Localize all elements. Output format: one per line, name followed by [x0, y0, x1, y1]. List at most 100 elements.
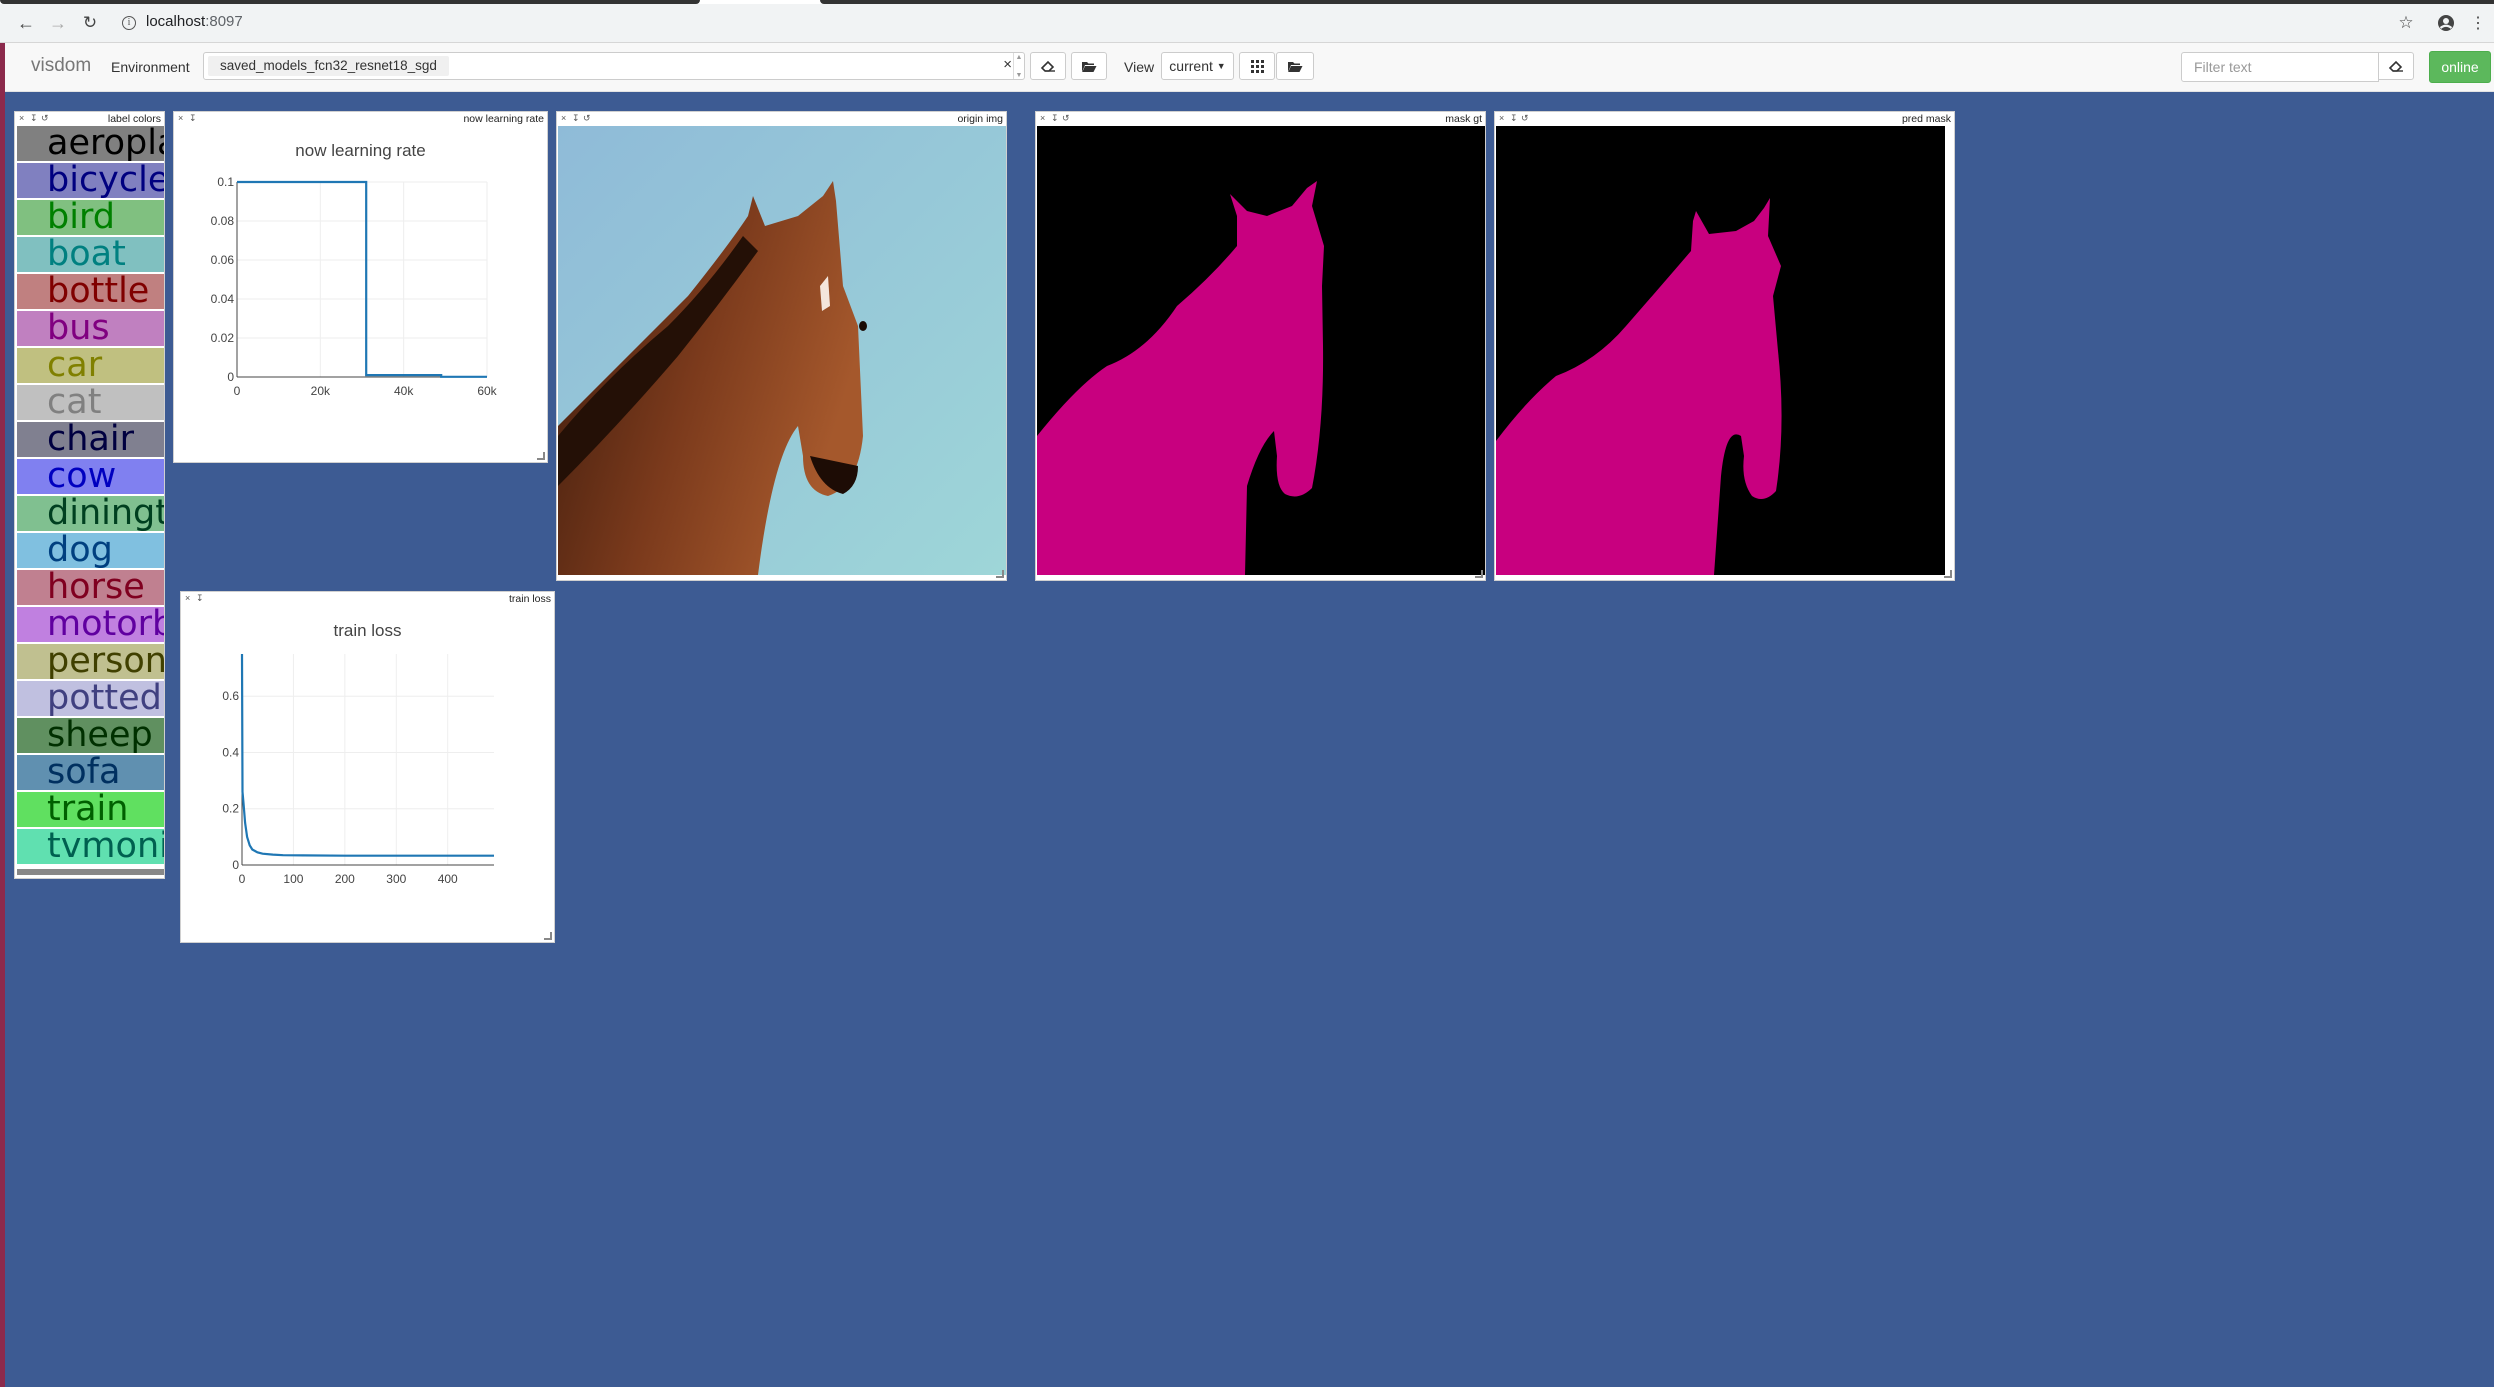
resize-handle[interactable] — [996, 570, 1004, 578]
train-loss-pane[interactable]: × ↧ train loss train loss 0 100 200 300 400 0… — [180, 591, 555, 943]
resize-handle[interactable] — [544, 932, 552, 940]
label-color-item: motorbike — [17, 607, 164, 642]
brand[interactable]: visdom — [31, 55, 91, 77]
caret-down-icon: ▼ — [1216, 61, 1226, 71]
resize-handle[interactable] — [537, 452, 545, 460]
close-icon[interactable]: × — [561, 113, 566, 123]
label-color-item: boat — [17, 237, 164, 272]
save-icon[interactable]: ↧ — [1510, 113, 1518, 124]
label-color-item: tvmonitor — [17, 829, 164, 864]
x-tick-label: 20k — [311, 384, 331, 398]
star-icon[interactable]: ☆ — [2394, 11, 2418, 35]
pane-title: origin img — [957, 113, 1003, 125]
learning-rate-pane[interactable]: × ↧ now learning rate now learning rate … — [173, 111, 548, 463]
pane-title: train loss — [508, 593, 551, 605]
menu-icon[interactable]: ⋮ — [2466, 11, 2490, 35]
pane-title: pred mask — [1901, 113, 1951, 125]
window-edge — [0, 0, 5, 1387]
label-color-item: bus — [17, 311, 164, 346]
save-icon[interactable]: ↧ — [30, 113, 38, 124]
pane-titlebar[interactable]: × ↧ ↺ origin img — [557, 112, 1006, 126]
select-arrows-icon[interactable]: ▲ ▼ — [1013, 53, 1024, 79]
reset-icon[interactable]: ↺ — [583, 113, 591, 124]
info-icon[interactable]: i — [122, 16, 136, 30]
x-tick-label: 60k — [477, 384, 497, 398]
folder-open-icon — [1288, 61, 1303, 72]
label-color-item: bird — [17, 200, 164, 235]
x-tick-label: 40k — [394, 384, 414, 398]
y-tick-label: 0 — [232, 858, 239, 872]
y-tick-label: 0.04 — [211, 292, 235, 306]
label-color-item: sheep — [17, 718, 164, 753]
label-color-item: bottle — [17, 274, 164, 309]
learning-rate-chart[interactable]: 0 20k 40k 60k 0 0.02 0.04 0.06 0.08 0.1 — [174, 126, 548, 456]
pane-titlebar[interactable]: × ↧ train loss — [181, 592, 554, 606]
repack-button[interactable] — [1239, 52, 1275, 80]
environment-select[interactable]: saved_models_fcn32_resnet18_sgd × ▲ ▼ — [203, 52, 1025, 80]
environment-label: Environment — [111, 59, 190, 75]
close-icon[interactable]: × — [1040, 113, 1045, 123]
resize-handle[interactable] — [1475, 570, 1483, 578]
origin-img-pane[interactable]: × ↧ ↺ origin img — [556, 111, 1007, 581]
manage-env-button[interactable] — [1071, 52, 1107, 80]
label-color-item: cow — [17, 459, 164, 494]
url-host: localhost — [146, 13, 206, 30]
pane-titlebar[interactable]: × ↧ ↺ mask gt — [1036, 112, 1485, 126]
horse-photo — [558, 126, 1006, 575]
clear-icon[interactable]: × — [1003, 56, 1012, 73]
label-color-item: dog — [17, 533, 164, 568]
pane-titlebar[interactable]: × ↧ ↺ label colors — [15, 112, 164, 126]
close-icon[interactable]: × — [178, 113, 183, 123]
forward-icon[interactable]: → — [46, 11, 70, 35]
label-color-item: cat — [17, 385, 164, 420]
visdom-navbar: visdom Environment saved_models_fcn32_re… — [5, 43, 2494, 92]
reset-icon[interactable]: ↺ — [1062, 113, 1070, 124]
reload-icon[interactable]: ↻ — [78, 11, 102, 35]
resize-handle[interactable] — [1944, 570, 1952, 578]
clear-filter-button[interactable] — [2378, 52, 2414, 80]
pred-mask-pane[interactable]: × ↧ ↺ pred mask — [1494, 111, 1955, 581]
filter-input[interactable]: Filter text — [2181, 52, 2379, 82]
scrollbar[interactable] — [17, 869, 164, 875]
label-color-item: aeroplane — [17, 126, 164, 161]
manage-views-button[interactable] — [1276, 52, 1314, 80]
close-icon[interactable]: × — [185, 593, 190, 603]
account-icon[interactable] — [2434, 11, 2458, 35]
pane-titlebar[interactable]: × ↧ ↺ pred mask — [1495, 112, 1954, 126]
label-color-item: sofa — [17, 755, 164, 790]
reset-icon[interactable]: ↺ — [1521, 113, 1529, 124]
close-icon[interactable]: × — [1499, 113, 1504, 123]
save-icon[interactable]: ↧ — [572, 113, 580, 124]
save-icon[interactable]: ↧ — [1051, 113, 1059, 124]
pane-title: now learning rate — [463, 113, 544, 125]
pane-title: label colors — [107, 113, 161, 125]
y-tick-label: 0.1 — [217, 175, 234, 189]
reset-icon[interactable]: ↺ — [41, 113, 49, 124]
online-status-button[interactable]: online — [2429, 51, 2491, 83]
y-tick-label: 0.6 — [222, 689, 239, 703]
url-field[interactable]: localhost:8097 — [146, 13, 243, 30]
mask-gt-pane[interactable]: × ↧ ↺ mask gt — [1035, 111, 1486, 581]
x-tick-label: 0 — [239, 872, 246, 886]
environment-chip[interactable]: saved_models_fcn32_resnet18_sgd — [208, 56, 449, 76]
label-color-item: person — [17, 644, 164, 679]
close-icon[interactable]: × — [19, 113, 24, 123]
x-tick-label: 200 — [335, 872, 355, 886]
train-loss-chart[interactable]: 0 100 200 300 400 0 0.2 0.4 0.6 — [181, 606, 555, 936]
address-bar: ← → ↻ i localhost:8097 ☆ ⋮ — [0, 4, 2494, 43]
x-tick-label: 0 — [234, 384, 241, 398]
label-color-item: diningtable — [17, 496, 164, 531]
label-colors-pane[interactable]: × ↧ ↺ label colors aeroplanebicyclebirdb… — [14, 111, 165, 879]
label-color-item: horse — [17, 570, 164, 605]
pane-title: mask gt — [1445, 113, 1482, 125]
save-icon[interactable]: ↧ — [196, 593, 204, 604]
view-dropdown[interactable]: current ▼ — [1161, 52, 1234, 80]
series-line — [237, 180, 487, 378]
view-label: View — [1124, 59, 1155, 75]
save-icon[interactable]: ↧ — [189, 113, 197, 124]
clear-env-button[interactable] — [1030, 52, 1066, 80]
pane-titlebar[interactable]: × ↧ now learning rate — [174, 112, 547, 126]
back-icon[interactable]: ← — [14, 11, 38, 35]
y-tick-label: 0.4 — [222, 745, 239, 759]
folder-open-icon — [1082, 61, 1097, 72]
